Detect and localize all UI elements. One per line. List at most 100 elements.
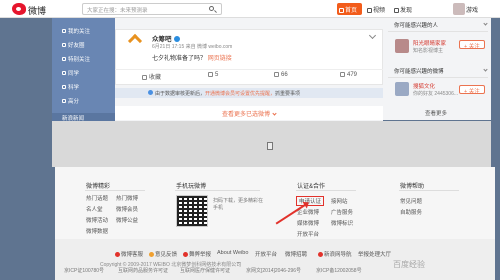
- logo-text[interactable]: 微博: [28, 4, 46, 17]
- sidebar-item-label: 我的关注: [68, 29, 91, 35]
- qr-caption: 扫码下载，更多精彩在手机: [213, 198, 264, 211]
- bottom-link[interactable]: 微博客服: [115, 250, 143, 258]
- follow-button[interactable]: + 关注: [459, 85, 485, 95]
- sidebar-item-classmates[interactable]: 同学: [62, 69, 79, 77]
- avatar[interactable]: [126, 33, 144, 54]
- avatar[interactable]: [453, 3, 465, 15]
- suggest-user-name[interactable]: 阳光眼睛家家: [413, 39, 446, 47]
- bottom-link-label: 意见反馈: [155, 252, 178, 258]
- suggest-user-name[interactable]: 搜狐文化: [413, 82, 435, 90]
- comment-icon: [274, 72, 279, 77]
- list-icon: [62, 29, 66, 33]
- icp-text[interactable]: 京ICP证100780号: [64, 267, 104, 274]
- divider: [296, 190, 356, 191]
- footer-link[interactable]: 自助服务: [400, 208, 422, 216]
- footer-link[interactable]: 名人堂: [86, 205, 103, 213]
- bottom-link-label: 新浪网导航: [324, 252, 352, 258]
- search-input[interactable]: 大家正在搜：未来预测录: [82, 3, 222, 15]
- avatar[interactable]: [395, 82, 409, 96]
- sidebar-item-science[interactable]: 科学: [62, 83, 79, 91]
- view-more-label: 查看更多已选微博: [221, 112, 270, 118]
- repost-icon: [208, 72, 213, 77]
- comment-button[interactable]: 66: [274, 72, 288, 78]
- footer-link[interactable]: 广告服务: [331, 208, 353, 216]
- bottom-link-label: 微博客服: [121, 252, 144, 258]
- footer-link[interactable]: 热门话题: [86, 194, 108, 202]
- see-more-link[interactable]: 查看更多: [425, 109, 447, 117]
- bottom-link[interactable]: 微博招聘: [285, 250, 307, 258]
- card-source[interactable]: 微博 weibo.com: [197, 44, 232, 50]
- interest-weibo-heading: 你可能感兴趣的微博: [394, 69, 444, 75]
- like-count: 479: [347, 72, 358, 78]
- list-icon: [62, 57, 66, 61]
- bottom-link[interactable]: 舞弊举报: [183, 250, 211, 258]
- list-icon: [62, 71, 66, 75]
- icp-text[interactable]: 京ICP备12002058号: [316, 267, 362, 274]
- bottom-link[interactable]: 意见反馈: [149, 250, 177, 258]
- footer-col-title: 手机玩微博: [176, 184, 207, 190]
- footer-link[interactable]: 媒体微博: [297, 219, 319, 227]
- search-icon[interactable]: [209, 6, 214, 11]
- video-icon: [367, 8, 372, 13]
- icp-text[interactable]: 互联网药品服务许可证: [118, 267, 168, 274]
- sidebar-item-label: 好友圈: [68, 43, 85, 49]
- list-icon: [62, 43, 66, 47]
- verified-icon: [173, 36, 180, 42]
- sidebar-item-high-score[interactable]: 高分: [62, 97, 79, 105]
- bottom-link[interactable]: About Weibo: [217, 250, 248, 256]
- nav-video[interactable]: 视频: [367, 5, 385, 14]
- weibo-logo-icon[interactable]: [12, 3, 26, 15]
- chevron-logo-icon: [127, 33, 143, 49]
- icp-text[interactable]: 京网文[2014]2046-296号: [246, 267, 301, 274]
- sidebar-item-special[interactable]: 特别关注: [62, 55, 90, 63]
- follow-button[interactable]: + 关注: [459, 40, 485, 50]
- favorite-button[interactable]: 收藏: [142, 72, 161, 81]
- footer-link[interactable]: 开放平台: [297, 230, 319, 238]
- divider: [175, 190, 260, 191]
- notice-tail: 抓重要事项: [275, 91, 301, 97]
- notice-text: 由于数据审核更新后，: [155, 91, 206, 97]
- repost-count: 5: [215, 72, 219, 78]
- icp-text[interactable]: 互联网医疗保健许可证: [180, 267, 230, 274]
- repost-button[interactable]: 5: [208, 72, 218, 78]
- info-icon: [148, 90, 153, 95]
- suggest-user-desc: 你的好友 2445306...: [413, 91, 459, 97]
- bottom-link[interactable]: 新浪网导航: [318, 250, 352, 258]
- footer-link[interactable]: 常见问题: [400, 197, 422, 205]
- footer-link[interactable]: 微博数据: [86, 227, 108, 235]
- notice-link[interactable]: 开通微博会员可设置优先提醒，: [205, 91, 275, 97]
- card-author[interactable]: 众筹吧: [152, 33, 180, 43]
- footer: [55, 167, 495, 239]
- suggest-user-desc: 知名影视博主: [413, 48, 444, 54]
- view-more-button[interactable]: 查看更多已选微博: [115, 106, 383, 120]
- nav-video-label: 视频: [373, 8, 386, 14]
- top-bar: 微博 大家正在搜：未来预测录 首页 视频 发现 游戏: [0, 0, 500, 18]
- footer-link[interactable]: 微博活动: [86, 216, 108, 224]
- like-button[interactable]: 479: [340, 72, 357, 78]
- bottom-link[interactable]: 举报处理大厅: [358, 250, 391, 258]
- avatar[interactable]: [395, 39, 409, 53]
- comment-count: 66: [281, 72, 288, 78]
- card-text: 七夕礼物准备了吗？ 网页链接: [152, 53, 232, 62]
- divider: [85, 190, 145, 191]
- card-link[interactable]: 网页链接: [208, 56, 232, 62]
- footer-link[interactable]: 热门微博: [116, 194, 138, 202]
- favorite-icon: [142, 75, 147, 80]
- card-time[interactable]: 6月21日 17:15 来自: [152, 44, 196, 50]
- page-icon: [267, 142, 273, 150]
- footer-link[interactable]: 微博标识: [331, 219, 353, 227]
- footer-link[interactable]: 微博会员: [116, 205, 138, 213]
- sidebar-item-following[interactable]: 我的关注: [62, 27, 90, 35]
- footer-link[interactable]: 接网站: [331, 197, 348, 205]
- footer-col-title: 微博帮助: [400, 184, 425, 190]
- nav-game[interactable]: 游戏: [466, 5, 478, 14]
- nav-home[interactable]: 首页: [337, 3, 362, 15]
- nav-discover[interactable]: 发现: [394, 5, 412, 14]
- footer-link[interactable]: 微博公益: [116, 216, 138, 224]
- card-meta: 6月21日 17:15 来自 微博 weibo.com: [152, 43, 232, 50]
- sidebar-item-friends[interactable]: 好友圈: [62, 41, 85, 49]
- like-icon: [340, 72, 345, 77]
- sidebar-item-label: 科学: [68, 85, 80, 91]
- bottom-link[interactable]: 开放平台: [255, 250, 277, 258]
- card-author-name[interactable]: 众筹吧: [152, 36, 172, 43]
